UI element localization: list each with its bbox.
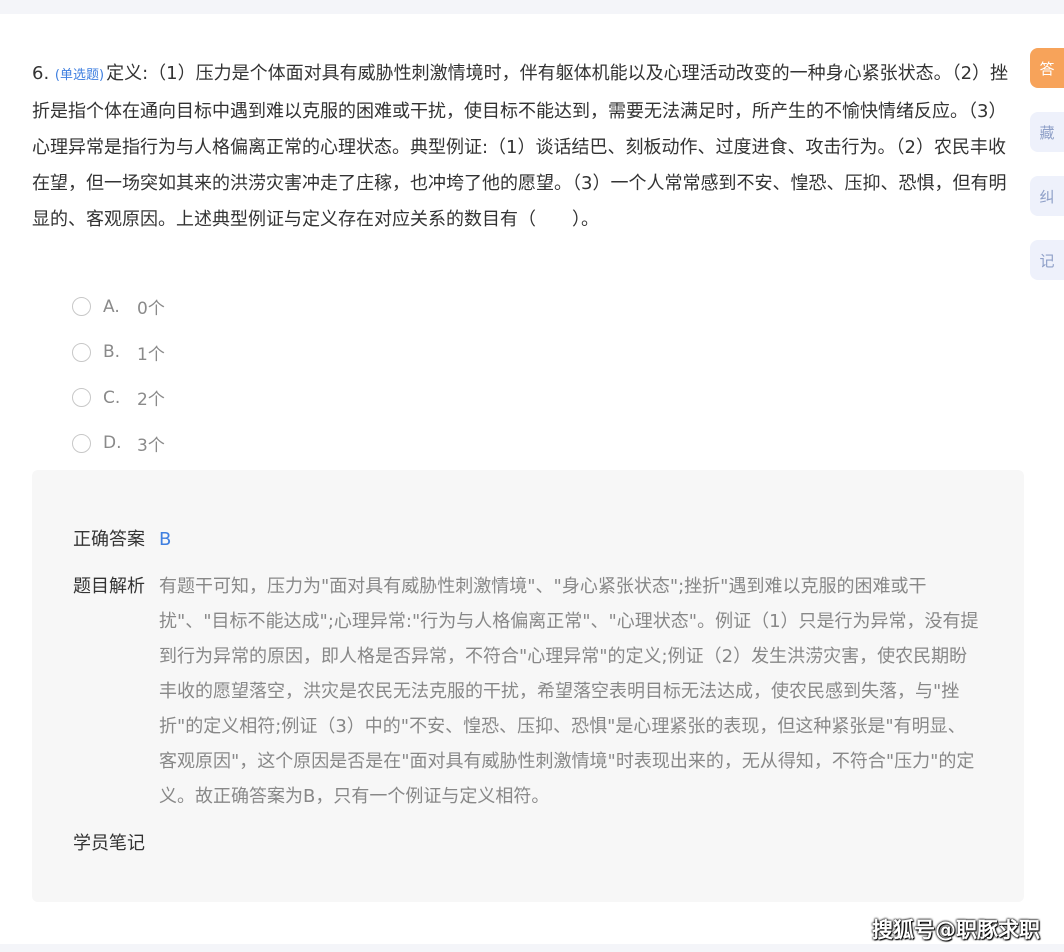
explanation-text: 有题干可知，压力为"面对具有威胁性刺激情境"、"身心紧张状态";挫折"遇到难以克… <box>159 576 979 807</box>
question-type-tag: (单选题) <box>54 68 105 83</box>
question-text: 定义:（1）压力是个体面对具有威胁性刺激情境时，伴有躯体机能以及心理活动改变的一… <box>32 63 1009 230</box>
question-page: 6. (单选题) 定义:（1）压力是个体面对具有威胁性刺激情境时，伴有躯体机能以及… <box>0 14 1064 944</box>
side-tab-notes[interactable]: 记 <box>1030 240 1064 280</box>
option-text: 0个 <box>137 299 165 320</box>
correct-answer-label: 正确答案 <box>73 529 145 550</box>
option-text: 3个 <box>137 435 165 456</box>
option-letter: D. <box>103 433 122 454</box>
explanation-label: 题目解析 <box>73 576 145 597</box>
option-text: 2个 <box>137 390 165 411</box>
side-tab-answer[interactable]: 答 <box>1030 48 1064 88</box>
analysis-panel: 正确答案 B 题目解析 有题干可知，压力为"面对具有威胁性刺激情境"、"身心紧张… <box>32 470 1024 902</box>
option-d[interactable]: D. 3个 <box>72 421 472 467</box>
side-toolbar: 答 藏 纠 记 <box>1030 48 1064 304</box>
options-list: A. 0个 B. 1个 C. 2个 D. 3个 <box>72 284 472 466</box>
radio-circle-icon[interactable] <box>72 388 91 408</box>
correct-answer-row: 正确答案 B <box>73 522 171 557</box>
radio-circle-icon[interactable] <box>72 297 91 317</box>
question-number: 6. <box>32 63 50 84</box>
radio-circle-icon[interactable] <box>72 433 91 453</box>
student-notes-row: 学员笔记 <box>73 826 159 861</box>
side-tab-correction[interactable]: 纠 <box>1030 176 1064 216</box>
question-stem: 6. (单选题) 定义:（1）压力是个体面对具有威胁性刺激情境时，伴有躯体机能以及… <box>32 56 1022 238</box>
option-letter: A. <box>103 296 120 317</box>
radio-circle-icon[interactable] <box>72 342 91 362</box>
explanation-row: 题目解析 有题干可知，压力为"面对具有威胁性刺激情境"、"身心紧张状态";挫折"… <box>73 569 979 814</box>
student-notes-label[interactable]: 学员笔记 <box>73 826 159 861</box>
watermark: 搜狐号@职豚求职 <box>872 918 1040 942</box>
option-letter: C. <box>103 387 121 408</box>
correct-answer-value: B <box>159 529 172 550</box>
option-letter: B. <box>103 342 121 363</box>
option-c[interactable]: C. 2个 <box>72 375 472 421</box>
side-tab-favorite[interactable]: 藏 <box>1030 112 1064 152</box>
option-b[interactable]: B. 1个 <box>72 330 472 376</box>
option-a[interactable]: A. 0个 <box>72 284 472 330</box>
option-text: 1个 <box>137 344 165 365</box>
